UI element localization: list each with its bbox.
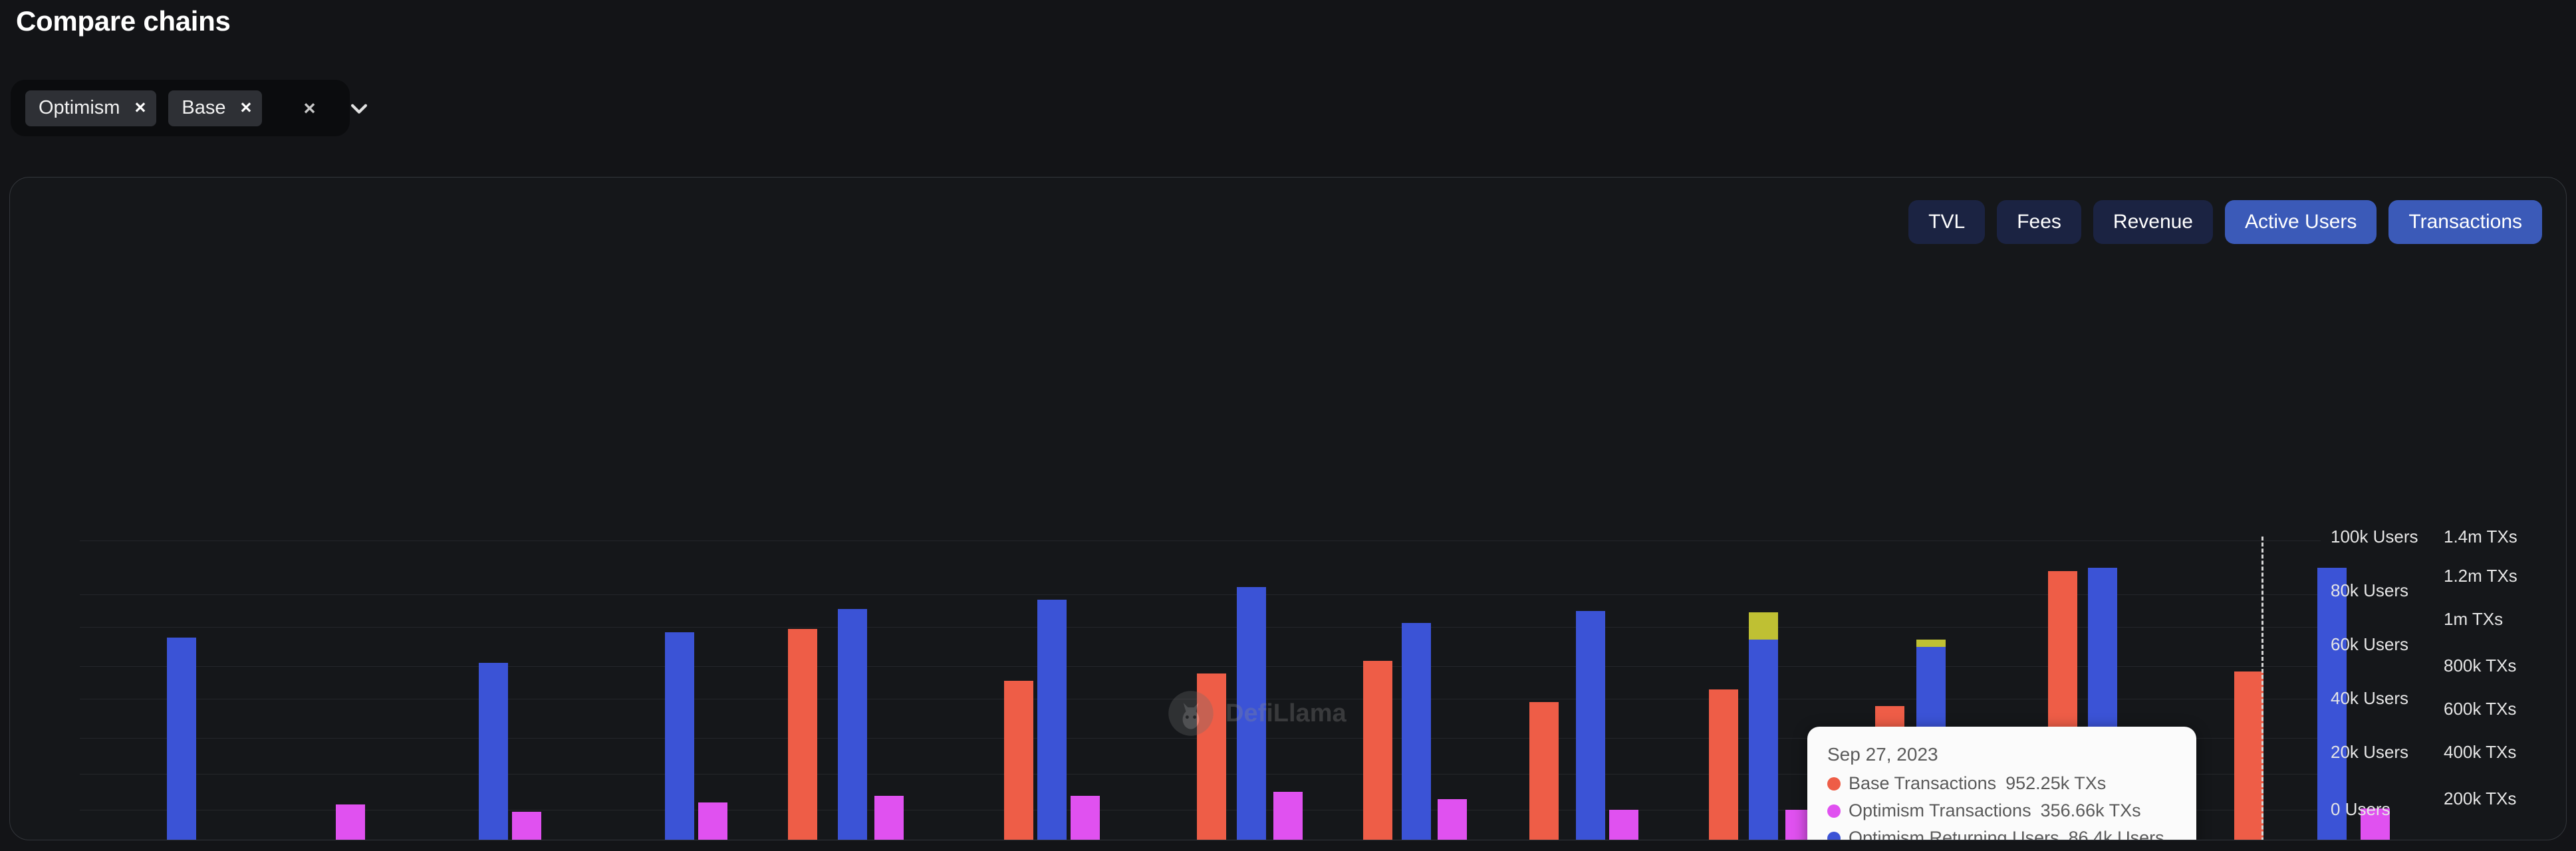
tab-transactions[interactable]: Transactions	[2388, 200, 2542, 244]
tab-revenue[interactable]: Revenue	[2093, 200, 2213, 244]
y-axis-left-tick-label: 0 Users	[2331, 799, 2390, 820]
y-axis-right-tick-label: 1.2m TXs	[2444, 566, 2517, 586]
tooltip-row: Optimism Transactions 356.66k TXs	[1827, 800, 2176, 821]
remove-chain-icon[interactable]: ×	[134, 98, 146, 118]
gridline	[80, 594, 2321, 596]
tab-tvl[interactable]: TVL	[1908, 200, 1986, 244]
y-axis-right-tick-label: 400k TXs	[2444, 741, 2517, 762]
bar-base-transactions[interactable]	[788, 628, 817, 840]
clear-all-icon[interactable]: ×	[303, 96, 315, 120]
y-axis-right-tick-label: 600k TXs	[2444, 699, 2517, 719]
gridline	[80, 626, 2321, 628]
bar-optimism-returning-users[interactable]	[1037, 600, 1067, 840]
bar-optimism-returning-users[interactable]	[1749, 612, 1778, 840]
y-axis-left-tick-label: 100k Users	[2331, 526, 2418, 547]
chart-panel: TVL Fees Revenue Active Users Transactions 1…	[9, 177, 2567, 840]
bar-optimism-returning-users[interactable]	[479, 662, 508, 840]
remove-chain-icon[interactable]: ×	[241, 98, 252, 118]
tooltip-row: Optimism Returning Users 86.4k Users	[1827, 828, 2176, 840]
tooltip-series-name: Base Transactions	[1849, 773, 1997, 793]
tab-fees[interactable]: Fees	[1997, 200, 2081, 244]
bar-optimism-transactions[interactable]	[1071, 795, 1100, 840]
bar-base-returning-users[interactable]	[1749, 612, 1778, 640]
bar-optimism-returning-users[interactable]	[838, 608, 867, 840]
bar-optimism-returning-users[interactable]	[665, 632, 694, 840]
tooltip-series-value: 86.4k Users	[2068, 828, 2164, 840]
bar-base-transactions[interactable]	[1529, 702, 1559, 840]
chevron-down-icon[interactable]	[348, 97, 370, 120]
y-axis-right-tick-label: 1m TXs	[2444, 609, 2504, 629]
tooltip-series-name: Optimism Transactions	[1849, 800, 2031, 820]
gridline	[80, 666, 2321, 668]
y-axis-left-tick-label: 60k Users	[2331, 634, 2409, 654]
chart-tooltip: Sep 27, 2023 Base Transactions 952.25k TX…	[1807, 727, 2196, 840]
tooltip-series-dot-icon	[1827, 804, 1841, 818]
chain-chip-base[interactable]: Base ×	[168, 90, 263, 126]
tooltip-rows: Base Transactions 952.25k TXs Optimism Tra…	[1827, 773, 2176, 840]
bar-base-transactions[interactable]	[1363, 661, 1392, 840]
y-axis-left-tick-label: 20k Users	[2331, 741, 2409, 762]
y-axis-right-tick-label: 800k TXs	[2444, 656, 2517, 676]
bar-optimism-returning-users[interactable]	[167, 638, 196, 840]
bar-optimism-transactions[interactable]	[874, 795, 904, 840]
bar-optimism-transactions[interactable]	[1438, 799, 1467, 840]
bar-base-transactions[interactable]	[1004, 680, 1033, 840]
bar-base-transactions[interactable]	[1709, 689, 1738, 840]
bar-optimism-returning-users[interactable]	[1576, 610, 1605, 840]
page-title: Compare chains	[16, 5, 231, 37]
tooltip-date: Sep 27, 2023	[1827, 744, 1938, 765]
bar-optimism-transactions[interactable]	[698, 802, 727, 840]
bar-optimism-transactions[interactable]	[512, 811, 541, 840]
chart-crosshair	[2261, 537, 2263, 840]
tooltip-series-dot-icon	[1827, 777, 1841, 790]
tooltip-series-name: Optimism Returning Users	[1849, 828, 2059, 840]
chain-chip-label: Optimism	[39, 97, 120, 118]
bar-optimism-transactions[interactable]	[1273, 792, 1303, 840]
bar-optimism-returning-users[interactable]	[1237, 587, 1266, 840]
tooltip-series-dot-icon	[1827, 831, 1841, 840]
bar-base-transactions[interactable]	[2234, 671, 2263, 840]
chain-chip-label: Base	[182, 97, 226, 118]
bar-optimism-transactions[interactable]	[1609, 810, 1638, 840]
tooltip-series-value: 356.66k TXs	[2040, 800, 2141, 820]
bar-optimism-transactions[interactable]	[336, 804, 365, 840]
bar-optimism-returning-users[interactable]	[1402, 623, 1431, 840]
y-axis-left-tick-label: 40k Users	[2331, 687, 2409, 708]
chain-select[interactable]: Optimism × Base × ×	[11, 80, 367, 136]
tab-active-users[interactable]: Active Users	[2225, 200, 2377, 244]
y-axis-right-tick-label: 1.4m TXs	[2444, 526, 2517, 547]
metric-tabs: TVL Fees Revenue Active Users Transactions	[1908, 200, 2542, 244]
tooltip-row: Base Transactions 952.25k TXs	[1827, 773, 2176, 794]
y-axis-right-tick-label: 200k TXs	[2444, 789, 2517, 808]
bar-base-returning-users[interactable]	[1916, 639, 1946, 647]
tooltip-series-value: 952.25k TXs	[2005, 773, 2107, 793]
y-axis-left-tick-label: 80k Users	[2331, 580, 2409, 600]
chain-chip-optimism[interactable]: Optimism ×	[25, 90, 157, 126]
bar-base-transactions[interactable]	[1197, 673, 1226, 840]
